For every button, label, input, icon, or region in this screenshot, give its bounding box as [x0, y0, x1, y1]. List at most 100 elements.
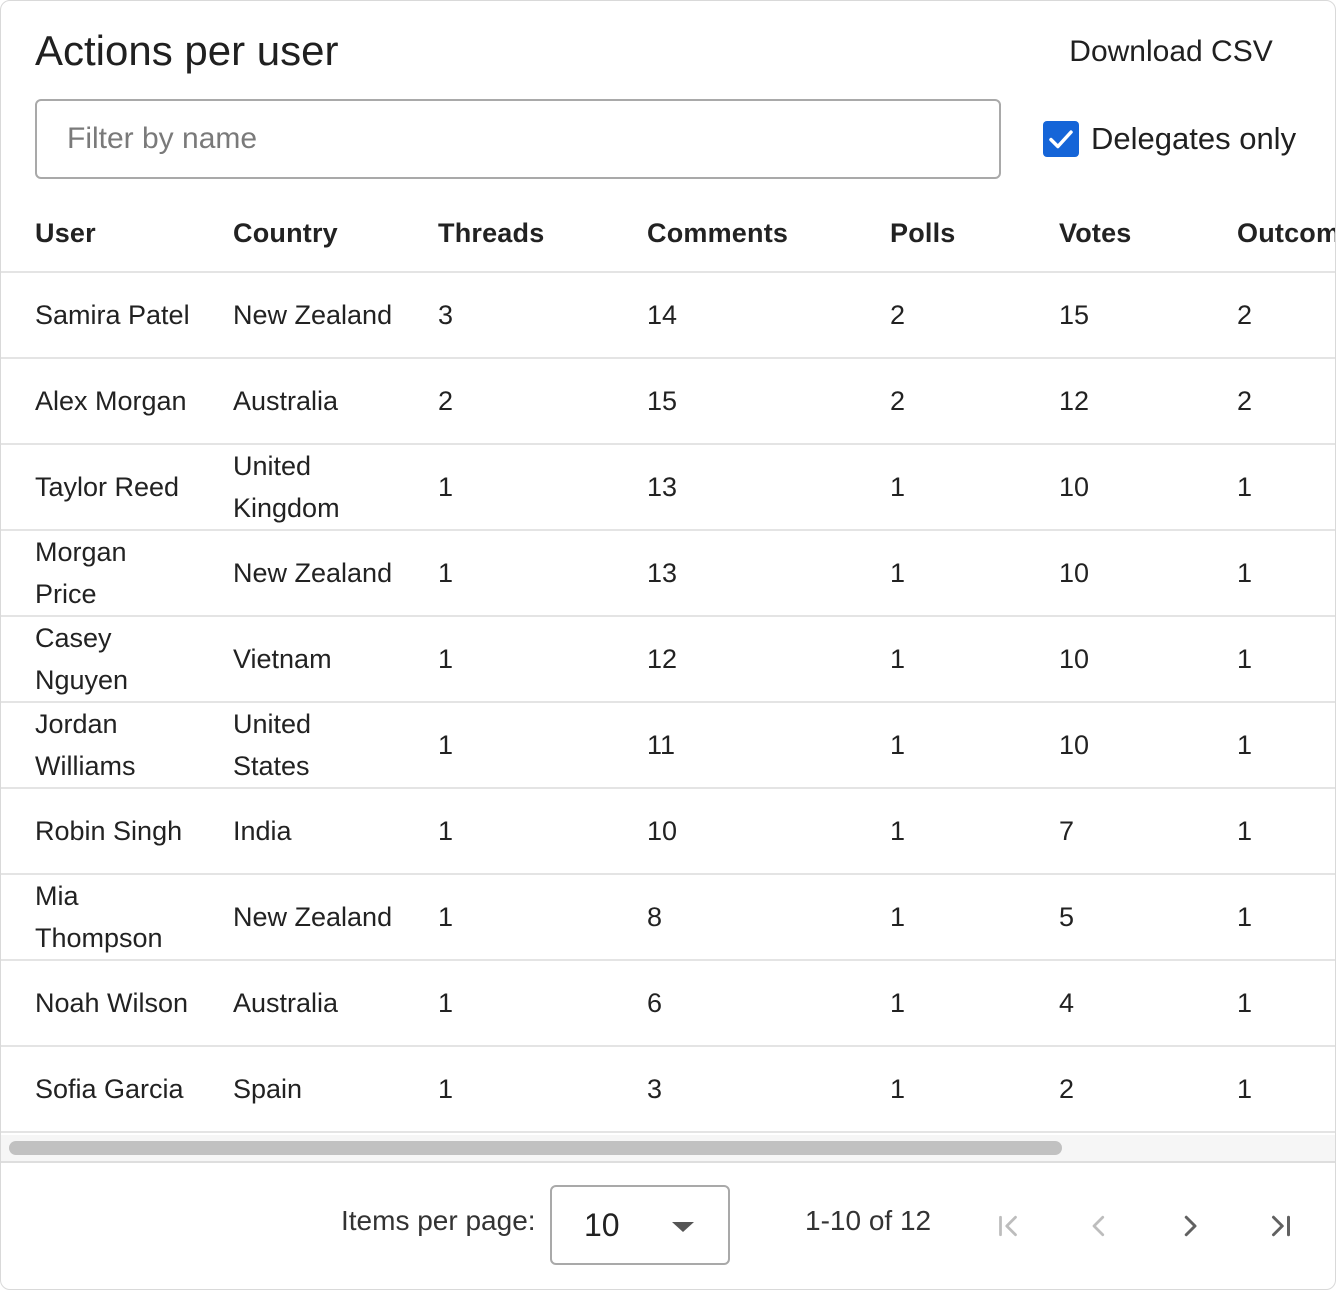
dropdown-arrow-icon: [672, 1222, 694, 1232]
cell-threads: 1: [438, 558, 454, 588]
cell-user: Taylor Reed: [35, 472, 180, 502]
table-row: Noah Wilson Australia 1 6 1 4 1: [1, 961, 1335, 1047]
cell-votes: 10: [1059, 644, 1090, 674]
cell-polls: 1: [890, 988, 906, 1018]
cell-threads: 1: [438, 730, 454, 760]
cell-threads: 1: [438, 644, 454, 674]
cell-outcomes: 1: [1237, 902, 1253, 932]
table-row: Casey Nguyen Vietnam 1 12 1 10 1: [1, 617, 1335, 703]
delegates-only-toggle[interactable]: Delegates only: [1043, 119, 1296, 159]
cell-votes: 5: [1059, 902, 1075, 932]
cell-comments: 8: [647, 902, 663, 932]
first-page-button[interactable]: [983, 1201, 1033, 1251]
cell-comments: 13: [647, 558, 678, 588]
previous-page-button[interactable]: [1074, 1201, 1124, 1251]
cell-country: Australia: [233, 386, 339, 416]
cell-user: Morgan Price: [35, 537, 127, 609]
table-row: Mia Thompson New Zealand 1 8 1 5 1: [1, 875, 1335, 961]
cell-votes: 15: [1059, 300, 1090, 330]
cell-outcomes: 1: [1237, 472, 1253, 502]
cell-outcomes: 2: [1237, 386, 1253, 416]
cell-outcomes: 2: [1237, 300, 1253, 330]
column-header-outcomes[interactable]: Outcom: [1237, 193, 1335, 273]
cell-polls: 1: [890, 902, 906, 932]
cell-threads: 2: [438, 386, 454, 416]
next-page-button[interactable]: [1165, 1201, 1215, 1251]
table-row: Alex Morgan Australia 2 15 2 12 2: [1, 359, 1335, 445]
cell-votes: 10: [1059, 558, 1090, 588]
chevron-right-icon: [1184, 1215, 1197, 1237]
cell-polls: 1: [890, 1074, 906, 1104]
cell-outcomes: 1: [1237, 1074, 1253, 1104]
cell-votes: 7: [1059, 816, 1075, 846]
column-header-votes[interactable]: Votes: [1059, 193, 1132, 273]
cell-polls: 1: [890, 472, 906, 502]
cell-outcomes: 1: [1237, 644, 1253, 674]
cell-votes: 10: [1059, 472, 1090, 502]
cell-comments: 6: [647, 988, 663, 1018]
cell-country: Australia: [233, 988, 339, 1018]
download-csv-button[interactable]: Download CSV: [1041, 27, 1301, 77]
cell-country: New Zealand: [233, 558, 393, 588]
last-page-icon: [1272, 1215, 1290, 1237]
cell-country: Spain: [233, 1074, 303, 1104]
first-page-icon: [999, 1215, 1017, 1237]
actions-per-user-card: Actions per user Download CSV Delegates …: [0, 0, 1336, 1290]
table-row: Taylor Reed United Kingdom 1 13 1 10 1: [1, 445, 1335, 531]
filter-by-name-input[interactable]: [35, 99, 1001, 179]
cell-country: United Kingdom: [233, 451, 340, 523]
cell-polls: 2: [890, 386, 906, 416]
items-per-page-value: 10: [584, 1207, 620, 1243]
cell-votes: 4: [1059, 988, 1075, 1018]
cell-user: Noah Wilson: [35, 988, 189, 1018]
actions-table: User Country Threads Comments Polls Vote…: [1, 193, 1335, 1135]
items-per-page-select[interactable]: 10: [550, 1185, 730, 1265]
checkmark-icon: [1049, 130, 1073, 149]
cell-comments: 3: [647, 1074, 663, 1104]
cell-country: New Zealand: [233, 902, 393, 932]
cell-votes: 2: [1059, 1074, 1075, 1104]
cell-polls: 1: [890, 816, 906, 846]
table-row: Samira Patel New Zealand 3 14 2 15 2: [1, 273, 1335, 359]
last-page-button[interactable]: [1256, 1201, 1306, 1251]
cell-user: Mia Thompson: [35, 881, 163, 953]
delegates-only-label: Delegates only: [1091, 121, 1297, 156]
cell-threads: 1: [438, 1074, 454, 1104]
cell-threads: 1: [438, 816, 454, 846]
cell-polls: 1: [890, 558, 906, 588]
cell-polls: 1: [890, 644, 906, 674]
cell-country: Vietnam: [233, 644, 332, 674]
cell-polls: 2: [890, 300, 906, 330]
column-header-user[interactable]: User: [35, 193, 96, 273]
page-title: Actions per user: [35, 27, 339, 74]
cell-votes: 10: [1059, 730, 1090, 760]
cell-user: Samira Patel: [35, 300, 190, 330]
page-range-label: 1-10 of 12: [805, 1205, 932, 1236]
cell-outcomes: 1: [1237, 558, 1253, 588]
cell-comments: 15: [647, 386, 678, 416]
column-header-threads[interactable]: Threads: [438, 193, 544, 273]
table-row: Morgan Price New Zealand 1 13 1 10 1: [1, 531, 1335, 617]
cell-outcomes: 1: [1237, 730, 1253, 760]
delegates-only-checkbox[interactable]: [1043, 121, 1079, 157]
table-row: Sofia Garcia Spain 1 3 1 2 1: [1, 1047, 1335, 1133]
cell-user: Sofia Garcia: [35, 1074, 184, 1104]
cell-country: United States: [233, 709, 312, 781]
cell-country: New Zealand: [233, 300, 393, 330]
table-row: Robin Singh India 1 10 1 7 1: [1, 789, 1335, 875]
cell-polls: 1: [890, 730, 906, 760]
column-header-polls[interactable]: Polls: [890, 193, 956, 273]
horizontal-scrollbar-thumb[interactable]: [9, 1141, 1062, 1155]
cell-comments: 14: [647, 300, 678, 330]
cell-comments: 13: [647, 472, 678, 502]
column-header-country[interactable]: Country: [233, 193, 338, 273]
cell-comments: 12: [647, 644, 678, 674]
cell-user: Casey Nguyen: [35, 623, 129, 695]
cell-votes: 12: [1059, 386, 1090, 416]
table-row: Jordan Williams United States 1 11 1 10 1: [1, 703, 1335, 789]
paginator: Items per page: 10 1-10 of 12: [1, 1163, 1335, 1289]
horizontal-scrollbar[interactable]: [1, 1135, 1335, 1163]
column-header-comments[interactable]: Comments: [647, 193, 788, 273]
chevron-left-icon: [1092, 1215, 1105, 1237]
cell-threads: 1: [438, 988, 454, 1018]
